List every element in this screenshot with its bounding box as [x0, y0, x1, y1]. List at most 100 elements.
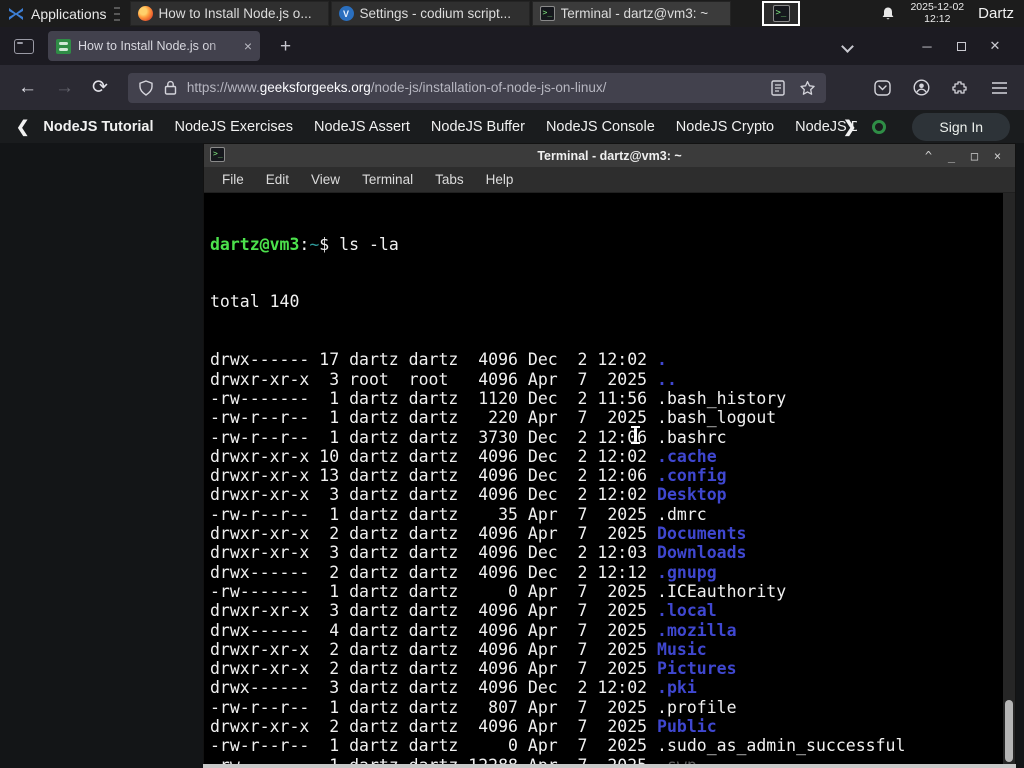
reader-mode-icon[interactable]	[771, 79, 785, 96]
terminal-icon: >_	[210, 147, 225, 162]
terminal-line: drwxr-xr-x 10 dartz dartz 4096 Dec 2 12:…	[210, 446, 717, 466]
panel-clock[interactable]: 2025-12-02 12:12	[910, 1, 965, 25]
bookmark-star-icon[interactable]	[799, 80, 816, 96]
terminal-line: -rw-r--r-- 1 dartz dartz 35 Apr 7 2025 .…	[210, 504, 707, 524]
terminal-total-line: total 140	[210, 292, 300, 312]
terminal-prompt-line: dartz@vm3:~$ ls -la	[210, 234, 399, 254]
new-tab-button[interactable]: +	[280, 37, 291, 56]
firefox-icon	[137, 6, 153, 21]
terminal-menu-edit[interactable]: Edit	[255, 172, 300, 187]
site-nav-item[interactable]: NodeJS Exercises	[175, 119, 293, 135]
terminal-icon: >_	[539, 6, 555, 21]
terminal-line: drwxr-xr-x 3 dartz dartz 4096 Apr 7 2025…	[210, 601, 717, 621]
terminal-line: -rw-r--r-- 1 dartz dartz 3730 Dec 2 12:0…	[210, 427, 727, 447]
terminal-line: drwx------ 4 dartz dartz 4096 Apr 7 2025…	[210, 620, 737, 640]
firefox-view-icon[interactable]	[14, 38, 34, 54]
terminal-line: drwxr-xr-x 2 dartz dartz 4096 Apr 7 2025…	[210, 659, 737, 679]
codium-icon: V	[338, 6, 354, 21]
taskbar-window-title: Settings - codium script...	[359, 6, 512, 21]
clock-time: 12:12	[924, 12, 951, 25]
reload-button[interactable]: ⟳	[92, 78, 108, 97]
applications-menu-button[interactable]: Applications	[0, 0, 128, 27]
taskbar-window-firefox[interactable]: How to Install Node.js o...	[129, 1, 329, 26]
url-text[interactable]: https://www.geeksforgeeks.org/node-js/in…	[187, 80, 763, 95]
site-nav-item[interactable]: NodeJS Crypto	[676, 119, 774, 135]
list-all-tabs-icon[interactable]	[830, 39, 864, 54]
taskbar-window-title: How to Install Node.js o...	[158, 6, 312, 21]
tracking-shield-icon[interactable]	[138, 79, 154, 96]
tab-title: How to Install Node.js on	[78, 39, 217, 53]
terminal-menu-file[interactable]: File	[211, 172, 255, 187]
terminal-menu-tabs[interactable]: Tabs	[424, 172, 475, 187]
terminal-window-title: Terminal - dartz@vm3: ~	[537, 148, 682, 163]
terminal-line: drwxr-xr-x 2 dartz dartz 4096 Apr 7 2025…	[210, 639, 707, 659]
nav-scroll-right-icon[interactable]: ❯	[843, 117, 856, 137]
terminal-line: drwxr-xr-x 3 root root 4096 Apr 7 2025 .…	[210, 369, 677, 389]
geeksforgeeks-favicon	[56, 38, 71, 54]
site-nav-items: NodeJS Tutorial NodeJS Exercises NodeJS As…	[43, 119, 857, 135]
panel-user-label[interactable]: Dartz	[978, 5, 1014, 22]
clock-date: 2025-12-02	[910, 1, 965, 13]
sign-in-button[interactable]: Sign In	[912, 112, 1010, 141]
window-close-button[interactable]: ✕	[978, 38, 1012, 54]
terminal-title-bar[interactable]: >_ Terminal - dartz@vm3: ~ ^ _ □ ×	[204, 144, 1015, 167]
lock-icon[interactable]	[164, 80, 177, 95]
terminal-menu-view[interactable]: View	[300, 172, 351, 187]
tab-close-icon[interactable]: ×	[244, 39, 252, 53]
site-nav-item[interactable]: NodeJS Tutorial	[43, 119, 153, 135]
terminal-maximize-button[interactable]: □	[963, 149, 986, 163]
forward-button[interactable]: →	[55, 78, 74, 97]
extensions-icon[interactable]	[952, 79, 969, 96]
terminal-close-button[interactable]: ×	[986, 149, 1009, 163]
terminal-line: drwx------ 17 dartz dartz 4096 Dec 2 12:…	[210, 350, 667, 370]
terminal-menu-terminal[interactable]: Terminal	[351, 172, 424, 187]
terminal-menu-bar: File Edit View Terminal Tabs Help	[204, 167, 1015, 193]
terminal-line: drwxr-xr-x 2 dartz dartz 4096 Apr 7 2025…	[210, 717, 717, 737]
pocket-icon[interactable]	[874, 79, 891, 96]
url-bar[interactable]: https://www.geeksforgeeks.org/node-js/in…	[127, 72, 826, 103]
back-button[interactable]: ←	[18, 78, 37, 97]
terminal-line: -rw-r--r-- 1 dartz dartz 0 Apr 7 2025 .s…	[210, 736, 906, 756]
search-icon[interactable]	[872, 119, 887, 134]
terminal-line: drwxr-xr-x 13 dartz dartz 4096 Dec 2 12:…	[210, 466, 727, 486]
account-icon[interactable]	[913, 79, 930, 96]
terminal-output[interactable]: dartz@vm3:~$ ls -la total 140 drwx------…	[204, 193, 1015, 767]
terminal-scrollbar-track[interactable]	[1003, 193, 1015, 767]
site-nav-item[interactable]: NodeJS Buffer	[431, 119, 525, 135]
terminal-icon: >_	[772, 5, 790, 22]
terminal-line: -rw-r--r-- 1 dartz dartz 220 Apr 7 2025 …	[210, 408, 777, 428]
terminal-shade-button[interactable]: ^	[917, 149, 940, 163]
site-nav-item[interactable]: NodeJS Console	[546, 119, 655, 135]
window-minimize-button[interactable]: ─	[910, 39, 944, 54]
terminal-line: drwxr-xr-x 3 dartz dartz 4096 Dec 2 12:0…	[210, 543, 747, 563]
nav-scroll-left-icon[interactable]: ❮	[16, 117, 29, 137]
taskbar-window-title: Terminal - dartz@vm3: ~	[560, 6, 709, 21]
distro-logo-icon	[9, 7, 23, 20]
terminal-listing: drwx------ 17 dartz dartz 4096 Dec 2 12:…	[210, 350, 1015, 767]
terminal-scrollbar-thumb[interactable]	[1005, 700, 1013, 762]
terminal-window: >_ Terminal - dartz@vm3: ~ ^ _ □ × File E…	[203, 143, 1016, 768]
terminal-line: -rw-r--r-- 1 dartz dartz 807 Apr 7 2025 …	[210, 697, 737, 717]
terminal-line: -rw------- 1 dartz dartz 1120 Dec 2 11:5…	[210, 388, 787, 408]
firefox-tab-bar: How to Install Node.js on × + ─ ✕	[0, 27, 1024, 65]
browser-tab-active[interactable]: How to Install Node.js on ×	[48, 31, 260, 61]
taskbar-window-terminal[interactable]: >_ Terminal - dartz@vm3: ~	[531, 1, 731, 26]
terminal-line: drwx------ 2 dartz dartz 4096 Dec 2 12:1…	[210, 562, 717, 582]
mouse-ibeam-cursor	[631, 426, 640, 444]
terminal-line: drwxr-xr-x 3 dartz dartz 4096 Dec 2 12:0…	[210, 485, 727, 505]
taskbar-window-codium[interactable]: V Settings - codium script...	[330, 1, 530, 26]
site-nav-bar: ❮ NodeJS Tutorial NodeJS Exercises NodeJS …	[0, 110, 1024, 143]
applications-label: Applications	[31, 5, 107, 22]
terminal-line: drwxr-xr-x 2 dartz dartz 4096 Apr 7 2025…	[210, 524, 747, 544]
terminal-bottom-edge	[203, 764, 1016, 768]
menu-hamburger-icon[interactable]	[991, 81, 1008, 95]
terminal-minimize-button[interactable]: _	[940, 149, 963, 163]
terminal-line: drwx------ 3 dartz dartz 4096 Dec 2 12:0…	[210, 678, 697, 698]
firefox-toolbar: ← → ⟳ https://www.geeksforgeeks.org/node…	[0, 65, 1024, 110]
window-maximize-button[interactable]	[944, 39, 978, 54]
notification-bell-icon[interactable]	[880, 6, 896, 22]
desktop-panel: Applications How to Install Node.js o...…	[0, 0, 1024, 27]
tray-terminal-launcher[interactable]: >_	[762, 1, 800, 26]
terminal-menu-help[interactable]: Help	[475, 172, 525, 187]
site-nav-item[interactable]: NodeJS Assert	[314, 119, 410, 135]
